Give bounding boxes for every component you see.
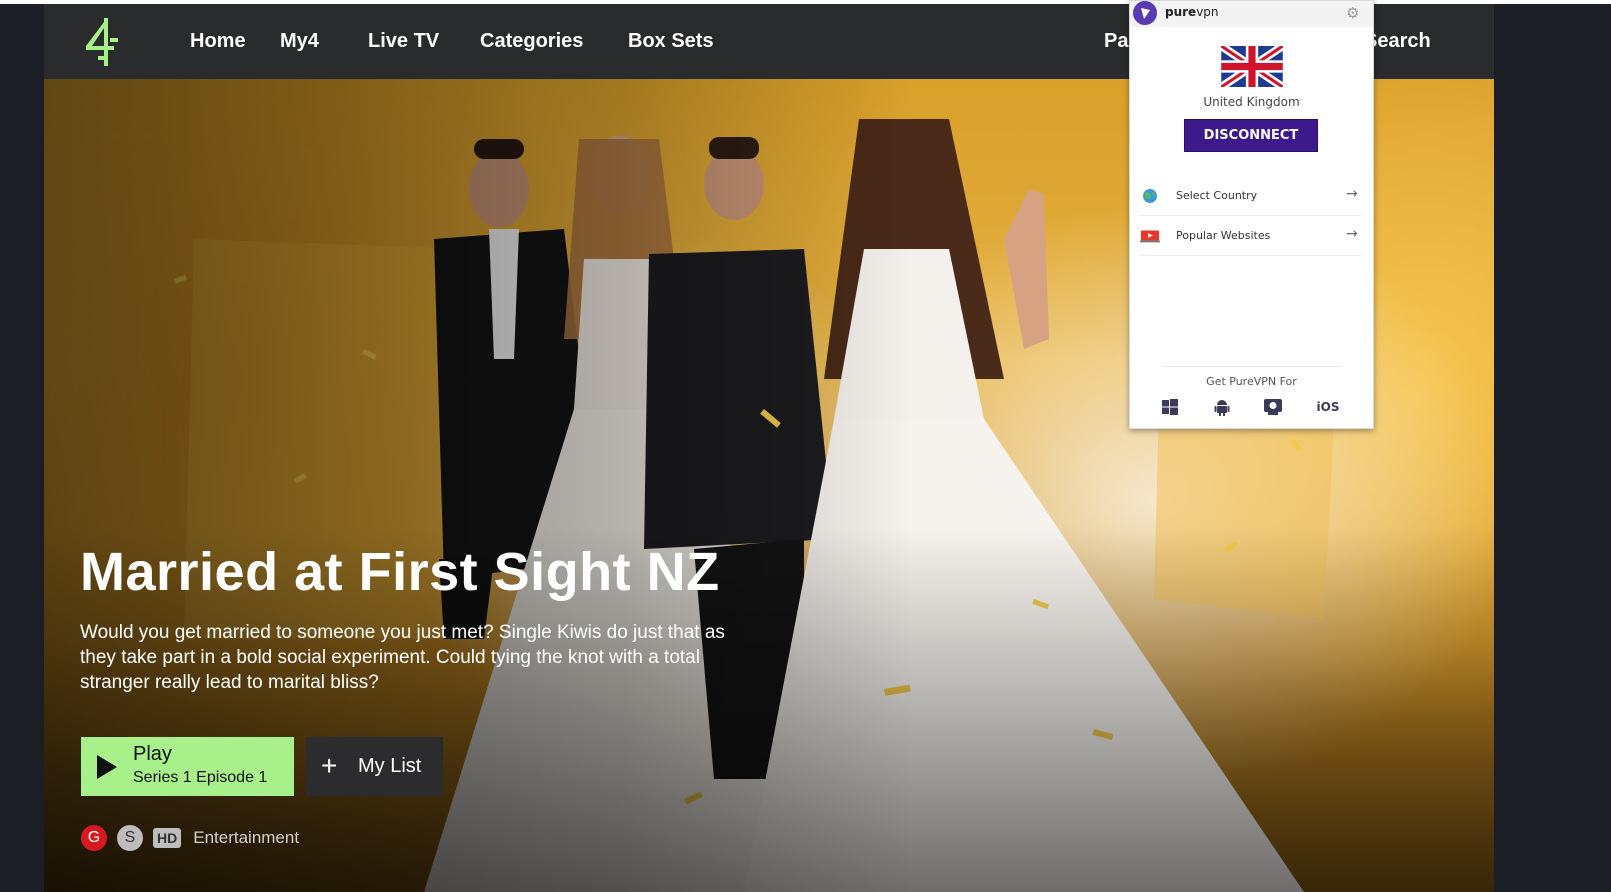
play-icon	[97, 755, 117, 779]
play-episode-label: Series 1 Episode 1	[133, 769, 268, 786]
purevpn-brand: purevpn	[1165, 5, 1219, 19]
play-button[interactable]: Play Series 1 Episode 1	[81, 737, 294, 796]
nav-my4[interactable]: My4	[280, 4, 319, 79]
plus-icon: +	[321, 750, 338, 781]
arrow-right-icon: →	[1346, 186, 1358, 202]
settings-gear-icon[interactable]: ⚙	[1346, 4, 1359, 22]
page-right-gutter	[1494, 4, 1611, 892]
nav-partially-hidden[interactable]: Pa	[1104, 4, 1128, 79]
select-country-label: Select Country	[1176, 189, 1258, 202]
rating-g-badge: G	[81, 825, 107, 851]
select-country-row[interactable]: Select Country →	[1140, 179, 1362, 216]
mac-icon[interactable]	[1261, 397, 1285, 417]
disconnect-button[interactable]: DISCONNECT	[1184, 119, 1318, 152]
show-title: Married at First Sight NZ	[80, 542, 720, 602]
get-purevpn-label: Get PureVPN For	[1206, 375, 1297, 388]
subtitles-badge: S	[117, 825, 143, 851]
vpn-divider	[1162, 366, 1340, 367]
play-label: Play	[133, 743, 172, 765]
arrow-right-icon: →	[1346, 226, 1358, 242]
show-meta: G S HD Entertainment	[81, 825, 299, 851]
page-left-gutter	[0, 4, 44, 892]
windows-icon[interactable]	[1158, 397, 1182, 417]
show-description: Would you get married to someone you jus…	[80, 622, 725, 693]
popular-websites-label: Popular Websites	[1176, 229, 1271, 242]
nav-live-tv[interactable]: Live TV	[368, 4, 439, 79]
popular-websites-row[interactable]: Popular Websites →	[1140, 219, 1362, 256]
video-site-icon	[1140, 230, 1160, 243]
ios-link[interactable]: iOS	[1313, 397, 1343, 417]
connected-country: United Kingdom	[1203, 95, 1300, 109]
my-list-label: My List	[358, 755, 422, 777]
purevpn-logo-icon	[1133, 1, 1157, 25]
uk-flag-icon	[1221, 46, 1283, 87]
nav-categories[interactable]: Categories	[480, 4, 583, 79]
my-list-button[interactable]: + My List	[306, 737, 443, 796]
globe-icon	[1143, 189, 1157, 203]
purevpn-header: purevpn ⚙	[1130, 1, 1373, 27]
nav-box-sets[interactable]: Box Sets	[628, 4, 714, 79]
hd-badge: HD	[153, 828, 182, 848]
nav-home[interactable]: Home	[190, 4, 246, 79]
purevpn-popup: purevpn ⚙ United Kingdom DISCONNECT Sele…	[1129, 0, 1374, 429]
android-icon[interactable]	[1210, 397, 1234, 417]
channel-4-logo[interactable]	[82, 16, 122, 68]
genre-label: Entertainment	[193, 828, 300, 847]
search-label: Search	[1364, 30, 1431, 52]
